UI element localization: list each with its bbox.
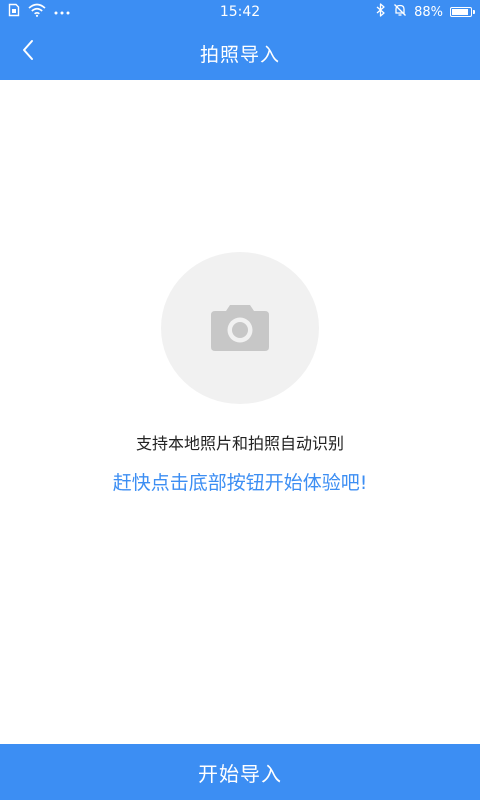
battery-fill: [452, 9, 468, 15]
battery-icon: [450, 7, 475, 17]
status-bar: 15:42 88%: [0, 0, 480, 24]
camera-icon: [210, 300, 270, 356]
hint-primary-text: 支持本地照片和拍照自动识别: [135, 434, 344, 453]
screen: 15:42 88% 拍照导入 支持本地照片和拍照自动识别 赶快点击底部按钮开始体…: [0, 0, 480, 800]
status-right-icons: 88%: [376, 3, 475, 21]
mute-bell-icon: [393, 3, 407, 21]
battery-percent: 88%: [414, 4, 443, 20]
hint-secondary-text: 赶快点击底部按钮开始体验吧!: [112, 472, 368, 494]
page-title: 拍照导入: [199, 44, 280, 66]
start-import-button[interactable]: 开始导入: [0, 744, 480, 800]
bluetooth-icon: [376, 3, 386, 21]
title-bar: 拍照导入: [0, 24, 480, 80]
camera-placeholder: [161, 252, 319, 404]
